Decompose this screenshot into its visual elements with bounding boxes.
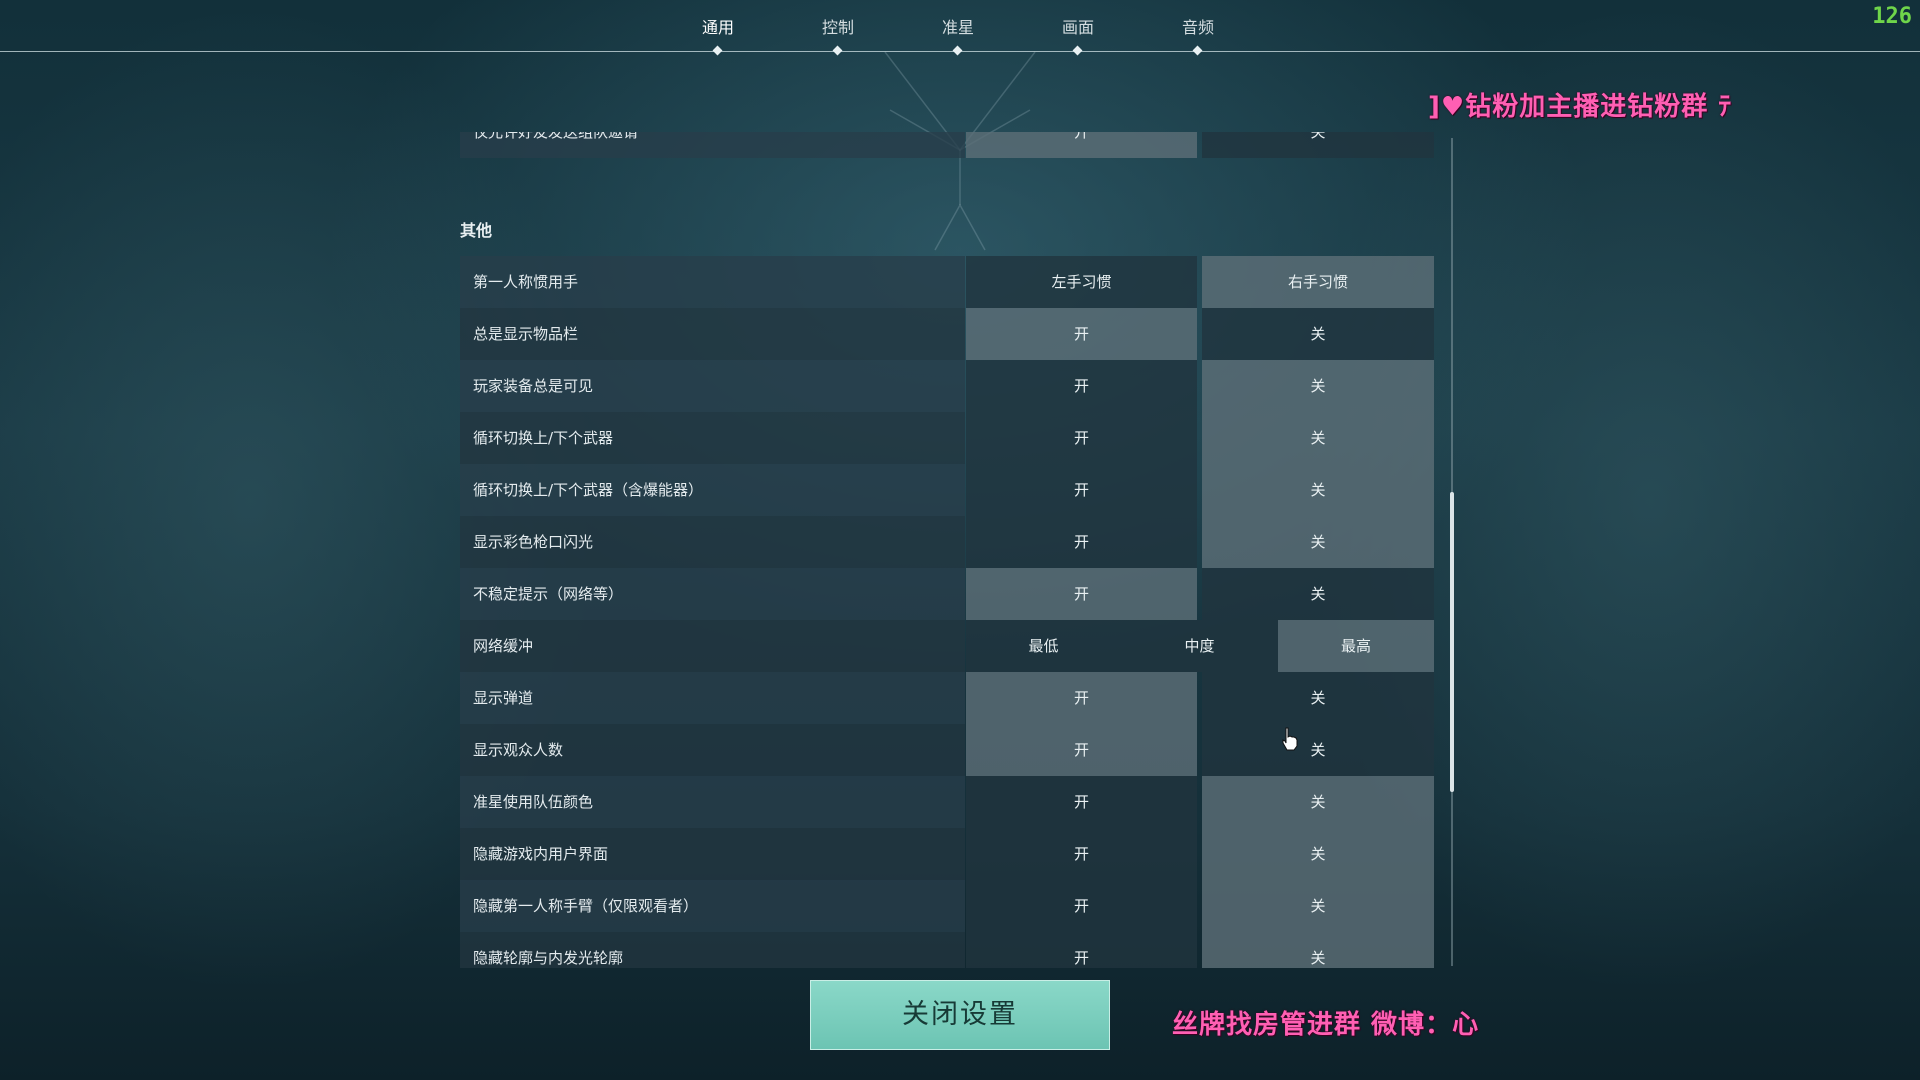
fps-counter: 126: [1872, 4, 1912, 29]
setting-option-button[interactable]: 开: [966, 568, 1197, 620]
setting-option-button[interactable]: 开: [966, 360, 1197, 412]
tab-5[interactable]: 音频: [1148, 14, 1248, 56]
settings-panel[interactable]: 仅允许好友发送组队邀请 开 关 其他 第一人称惯用手 左手习惯 右手习惯 总是显示物品…: [460, 132, 1435, 968]
setting-label: 总是显示物品栏: [460, 308, 965, 360]
tab-diamond-icon: [1072, 45, 1083, 56]
close-settings-button[interactable]: 关闭设置: [810, 980, 1110, 1050]
setting-option-button[interactable]: 关: [1202, 932, 1434, 968]
tab-3[interactable]: 准星: [908, 14, 1008, 56]
settings-row: 隐藏轮廓与内发光轮廓开关: [460, 932, 1435, 968]
setting-option-button[interactable]: 关: [1202, 412, 1434, 464]
setting-label: 循环切换上/下个武器（含爆能器）: [460, 464, 965, 516]
setting-option-button[interactable]: 开: [966, 672, 1197, 724]
stream-overlay-top: ]♥钻粉加主播进钻粉群 ﾃ: [1428, 86, 1732, 123]
setting-label: 玩家装备总是可见: [460, 360, 965, 412]
section-title: 其他: [460, 221, 493, 240]
tab-2[interactable]: 控制: [788, 14, 888, 56]
setting-option-button[interactable]: 关: [1202, 776, 1434, 828]
hand-cursor-icon: [1282, 727, 1298, 751]
setting-option-button[interactable]: 关: [1202, 724, 1434, 776]
setting-label: 显示弹道: [460, 672, 965, 724]
settings-row: 网络缓冲 最低 中度 最高: [460, 620, 1435, 672]
tab-4[interactable]: 画面: [1028, 14, 1128, 56]
setting-option-button[interactable]: 最高: [1278, 620, 1434, 672]
tab-diamond-icon: [712, 45, 723, 56]
setting-option-button[interactable]: 开: [966, 828, 1197, 880]
tab-label: 控制: [821, 18, 854, 37]
setting-option-button[interactable]: 左手习惯: [966, 256, 1197, 308]
tab-diamond-icon: [1192, 45, 1203, 56]
settings-row: 隐藏游戏内用户界面开关: [460, 828, 1435, 880]
stream-overlay-bottom: 丝牌找房管进群 微博：心: [1172, 1004, 1514, 1041]
setting-option-button[interactable]: 关: [1202, 672, 1434, 724]
setting-label: 隐藏游戏内用户界面: [460, 828, 965, 880]
setting-label: 循环切换上/下个武器: [460, 412, 965, 464]
setting-option-button[interactable]: 最低: [966, 620, 1121, 672]
setting-option-button[interactable]: 开: [966, 932, 1197, 968]
setting-option-button[interactable]: 中度: [1121, 620, 1278, 672]
setting-option-button[interactable]: 开: [966, 724, 1197, 776]
overlay-clipped-glyph: 心: [1452, 1010, 1480, 1040]
tab-label: 音频: [1181, 18, 1214, 37]
settings-row-partial: 仅允许好友发送组队邀请 开 关: [460, 132, 1435, 158]
option-on-button[interactable]: 开: [966, 132, 1197, 158]
setting-label: 第一人称惯用手: [460, 256, 965, 308]
setting-option-button[interactable]: 关: [1202, 516, 1434, 568]
setting-option-button[interactable]: 关: [1202, 464, 1434, 516]
setting-label: 网络缓冲: [460, 620, 965, 672]
setting-option-button[interactable]: 开: [966, 412, 1197, 464]
tab-label: 通用: [701, 18, 734, 37]
setting-label: 不稳定提示（网络等）: [460, 568, 965, 620]
settings-row: 显示彩色枪口闪光开关: [460, 516, 1435, 568]
tab-label: 准星: [941, 18, 974, 37]
stream-overlay-bottom-text: 丝牌找房管进群 微博：: [1172, 1010, 1453, 1040]
settings-row: 第一人称惯用手 左手习惯 右手习惯: [460, 256, 1435, 308]
overlay-clipped-glyph: ﾃ: [1708, 92, 1732, 122]
stream-overlay-top-text: 钻粉加主播进钻粉群: [1465, 92, 1709, 122]
settings-row: 不稳定提示（网络等）开关: [460, 568, 1435, 620]
setting-option-button[interactable]: 右手习惯: [1202, 256, 1434, 308]
setting-label: 显示彩色枪口闪光: [460, 516, 965, 568]
settings-row: 总是显示物品栏开关: [460, 308, 1435, 360]
scrollbar-thumb[interactable]: [1450, 492, 1454, 792]
setting-label: 仅允许好友发送组队邀请: [460, 132, 965, 158]
setting-label: 准星使用队伍颜色: [460, 776, 965, 828]
tab-diamond-icon: [952, 45, 963, 56]
setting-label: 隐藏轮廓与内发光轮廓: [460, 932, 965, 968]
settings-row: 玩家装备总是可见开关: [460, 360, 1435, 412]
settings-row: 隐藏第一人称手臂（仅限观看者）开关: [460, 880, 1435, 932]
settings-row: 循环切换上/下个武器开关: [460, 412, 1435, 464]
setting-option-button[interactable]: 关: [1202, 828, 1434, 880]
tab-diamond-icon: [832, 45, 843, 56]
setting-label: 显示观众人数: [460, 724, 965, 776]
tab-1[interactable]: 通用: [668, 14, 768, 56]
setting-option-button[interactable]: 关: [1202, 880, 1434, 932]
setting-option-button[interactable]: 开: [966, 308, 1197, 360]
setting-label: 隐藏第一人称手臂（仅限观看者）: [460, 880, 965, 932]
setting-option-button[interactable]: 开: [966, 464, 1197, 516]
setting-option-button[interactable]: 关: [1202, 360, 1434, 412]
setting-option-button[interactable]: 关: [1202, 308, 1434, 360]
setting-option-button[interactable]: 开: [966, 516, 1197, 568]
settings-row: 显示弹道开关: [460, 672, 1435, 724]
setting-option-button[interactable]: 关: [1202, 568, 1434, 620]
heart-icon: ]♥: [1428, 92, 1466, 122]
tab-label: 画面: [1061, 18, 1094, 37]
setting-option-button[interactable]: 开: [966, 880, 1197, 932]
settings-row: 循环切换上/下个武器（含爆能器）开关: [460, 464, 1435, 516]
option-off-button[interactable]: 关: [1202, 132, 1434, 158]
settings-row: 准星使用队伍颜色开关: [460, 776, 1435, 828]
setting-option-button[interactable]: 开: [966, 776, 1197, 828]
